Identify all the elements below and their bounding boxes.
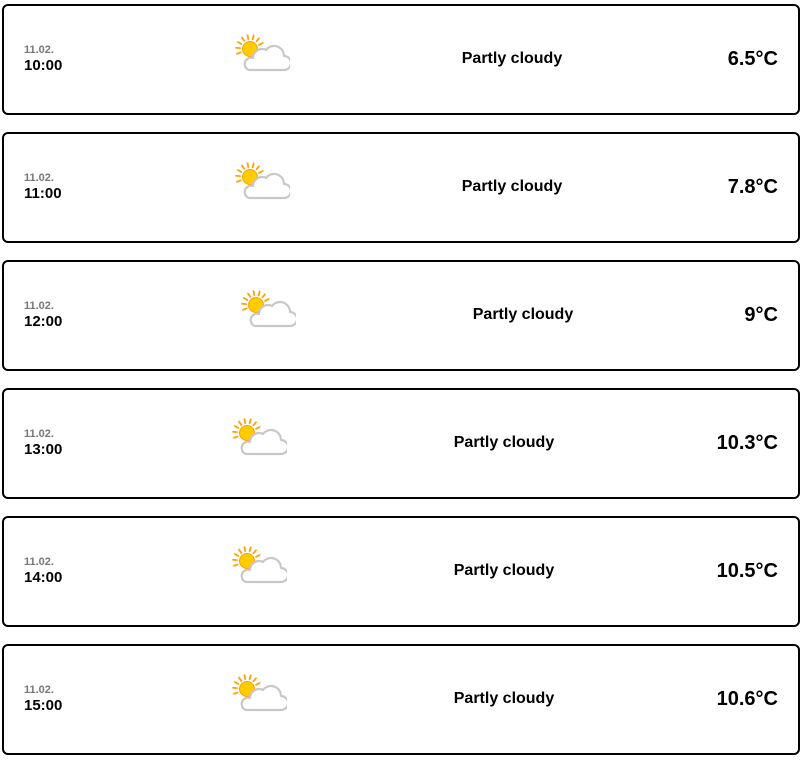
condition-label: Partly cloudy [424,433,584,453]
condition-label: Partly cloudy [424,689,584,709]
condition-label: Partly cloudy [424,561,584,581]
condition-label: Partly cloudy [432,177,592,197]
forecast-time: 13:00 [24,441,104,458]
time-block: 11.02. 15:00 [24,684,104,714]
forecast-date: 11.02. [24,684,104,697]
temperature-value: 7.8°C [728,175,778,199]
condition-label: Partly cloudy [443,305,603,325]
forecast-date: 11.02. [24,556,104,569]
forecast-row: 11.02. 11:00 Partly cloudy 7.8°C [2,132,800,243]
time-block: 11.02. 10:00 [24,44,104,74]
forecast-time: 10:00 [24,57,104,74]
temperature-value: 10.6°C [717,687,778,711]
forecast-row: 11.02. 14:00 Partly cloudy 10.5°C [2,516,800,627]
partly-cloudy-icon [234,34,290,76]
forecast-date: 11.02. [24,300,104,313]
time-block: 11.02. 12:00 [24,300,104,330]
forecast-time: 14:00 [24,569,104,586]
forecast-row: 11.02. 10:00 Partly cloudy 6.5°C [2,4,800,115]
partly-cloudy-icon [231,546,287,588]
forecast-list: 11.02. 10:00 Partly cloudy 6.5°C 11.02. … [2,4,800,772]
forecast-time: 11:00 [24,185,104,202]
temperature-value: 10.3°C [717,431,778,455]
time-block: 11.02. 11:00 [24,172,104,202]
time-block: 11.02. 13:00 [24,428,104,458]
partly-cloudy-icon [234,162,290,204]
partly-cloudy-icon [231,418,287,460]
temperature-value: 9°C [744,303,778,327]
forecast-time: 12:00 [24,313,104,330]
forecast-date: 11.02. [24,44,104,57]
time-block: 11.02. 14:00 [24,556,104,586]
forecast-date: 11.02. [24,428,104,441]
temperature-value: 6.5°C [728,47,778,71]
forecast-row: 11.02. 12:00 Partly cloudy 9°C [2,260,800,371]
forecast-row: 11.02. 15:00 Partly cloudy 10.6°C [2,644,800,755]
temperature-value: 10.5°C [717,559,778,583]
partly-cloudy-icon [231,674,287,716]
forecast-row: 11.02. 13:00 Partly cloudy 10.3°C [2,388,800,499]
forecast-time: 15:00 [24,697,104,714]
partly-cloudy-icon [240,290,296,332]
condition-label: Partly cloudy [432,49,592,69]
forecast-date: 11.02. [24,172,104,185]
